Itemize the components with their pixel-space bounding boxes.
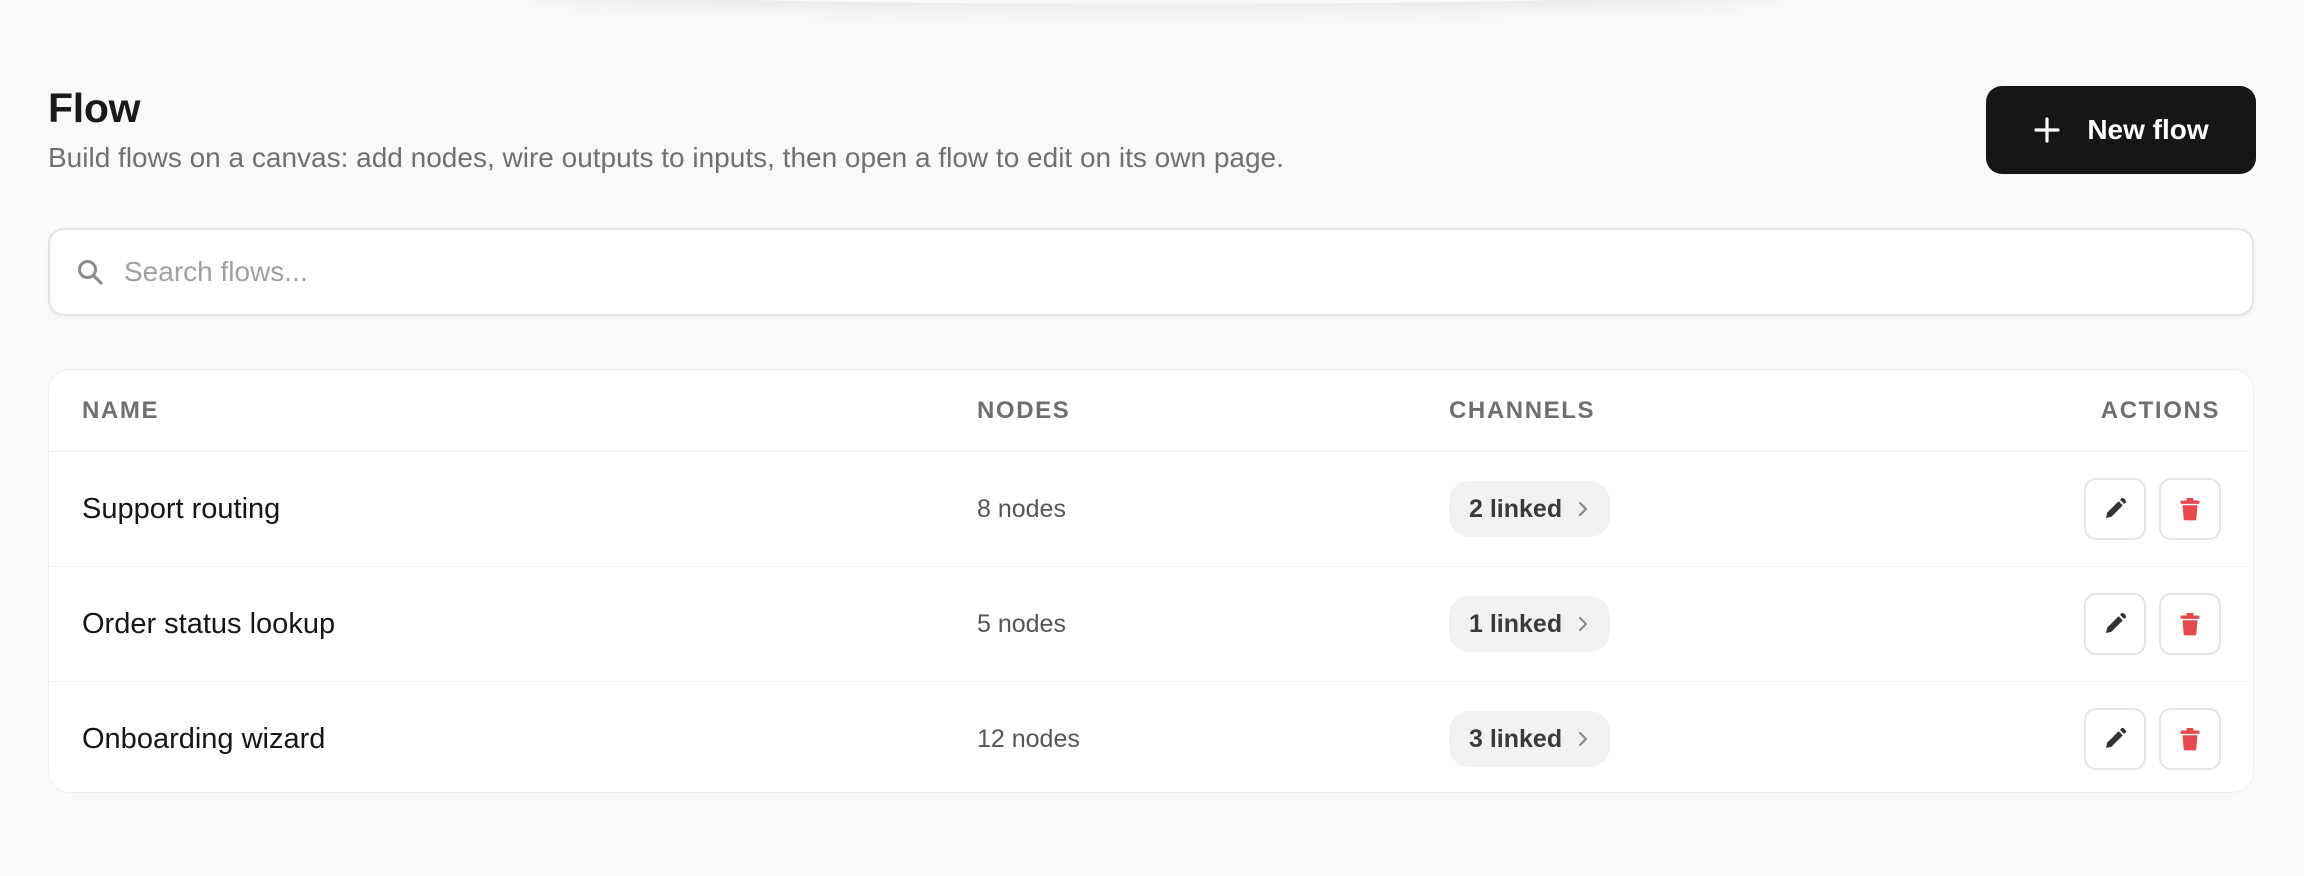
trash-icon: [2180, 728, 2200, 751]
flow-name[interactable]: Support routing: [82, 452, 280, 566]
channels-linked-badge[interactable]: 3 linked: [1449, 711, 1611, 767]
delete-button[interactable]: [2159, 478, 2221, 540]
new-flow-button[interactable]: New flow: [1986, 86, 2256, 174]
node-count: 12 nodes: [977, 725, 1080, 753]
page-header: Flow Build flows on a canvas: add nodes,…: [48, 86, 2256, 176]
column-header-channels: CHANNELS: [1449, 397, 1596, 424]
chevron-right-icon: [1578, 731, 1588, 747]
column-header-nodes: NODES: [977, 397, 1071, 424]
channels-linked-badge[interactable]: 2 linked: [1449, 481, 1611, 537]
column-header-actions: ACTIONS: [2100, 397, 2220, 424]
table-row[interactable]: Order status lookup 5 nodes 1 linked: [49, 567, 2253, 682]
search-box[interactable]: [48, 228, 2254, 316]
page-subtitle: Build flows on a canvas: add nodes, wire…: [48, 142, 1284, 173]
search-input[interactable]: [122, 241, 2252, 303]
node-count: 8 nodes: [977, 495, 1066, 523]
channels-linked-badge[interactable]: 1 linked: [1449, 596, 1611, 652]
trash-icon: [2180, 498, 2200, 521]
table-header-row: NAME NODES CHANNELS ACTIONS: [49, 370, 2253, 452]
flow-name[interactable]: Onboarding wizard: [82, 682, 325, 792]
chevron-right-icon: [1578, 616, 1588, 632]
table-row[interactable]: Support routing 8 nodes 2 linked: [49, 452, 2253, 567]
channels-linked-label: 2 linked: [1469, 494, 1563, 523]
delete-button[interactable]: [2159, 593, 2221, 655]
column-header-name: NAME: [82, 397, 160, 424]
flows-table: NAME NODES CHANNELS ACTIONS Support rout…: [48, 369, 2254, 793]
edit-button[interactable]: [2084, 708, 2146, 770]
channels-linked-label: 3 linked: [1469, 724, 1563, 753]
edit-button[interactable]: [2084, 593, 2146, 655]
page-title: Flow: [48, 85, 141, 131]
trash-icon: [2180, 613, 2200, 636]
edit-button[interactable]: [2084, 478, 2146, 540]
node-count: 5 nodes: [977, 610, 1066, 638]
new-flow-button-label: New flow: [2087, 114, 2209, 145]
table-row[interactable]: Onboarding wizard 12 nodes 3 linked: [49, 682, 2253, 792]
plus-icon: [2034, 117, 2060, 143]
delete-button[interactable]: [2159, 708, 2221, 770]
edit-icon: [2106, 727, 2127, 748]
top-bar-shadow: [520, 0, 1790, 4]
channels-linked-label: 1 linked: [1469, 609, 1563, 638]
chevron-right-icon: [1578, 501, 1588, 517]
flow-name[interactable]: Order status lookup: [82, 567, 335, 681]
edit-icon: [2106, 612, 2127, 633]
search-icon: [78, 260, 103, 285]
edit-icon: [2106, 497, 2127, 518]
